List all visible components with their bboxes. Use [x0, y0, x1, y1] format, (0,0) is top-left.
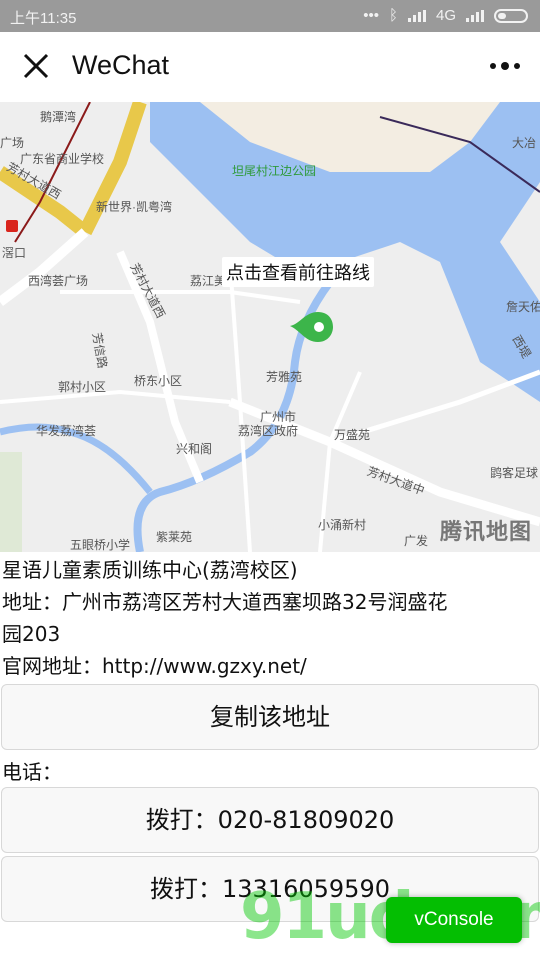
map-label: 詹天佑 — [506, 300, 540, 314]
route-callout[interactable]: 点击查看前往路线 — [222, 257, 374, 287]
network-type: 4G — [435, 7, 456, 24]
map-label: 新世界·凯粤湾 — [96, 200, 172, 214]
map-label: 大冶 — [512, 136, 537, 150]
map-label: 郭村小区 — [58, 380, 107, 394]
bluetooth-icon: ᛒ — [388, 7, 398, 24]
vconsole-button[interactable]: vConsole — [386, 897, 522, 943]
status-bar: 上午11:35 ••• ᛒ 4G — [0, 0, 540, 32]
page-title: WeChat — [72, 50, 170, 80]
map-label: 紫莱苑 — [156, 530, 193, 544]
map-label: 广东省商业学校 — [20, 152, 105, 166]
signal-icon — [407, 9, 426, 22]
map-label: 五眼桥小学 — [70, 538, 131, 552]
map-label: 鹅潭湾 — [40, 110, 77, 124]
map-label: 桥东小区 — [134, 374, 183, 388]
status-time: 上午11:35 — [10, 10, 77, 27]
phone-label: 电话： — [2, 760, 62, 784]
map-label: 荔江美 — [190, 274, 227, 288]
map-label: 荔湾区政府 — [238, 424, 299, 438]
more-menu-icon[interactable] — [490, 62, 520, 70]
map-view[interactable]: 鹅潭湾 广场 广东省商业学校 坦尾村江边公园 芳村大道西 新世界·凯粤湾 滘口 … — [0, 102, 540, 552]
info-section: 星语儿童素质训练中心(荔湾校区) 地址：广州市荔湾区芳村大道西塞坝路32号润盛花… — [0, 554, 540, 682]
map-label: 鹍客足球 — [490, 466, 539, 480]
map-label: 广发 — [404, 534, 429, 548]
map-label: 华发荔湾荟 — [36, 424, 97, 438]
status-icons: ••• ᛒ 4G — [363, 7, 528, 24]
more-dots-icon: ••• — [363, 7, 379, 24]
nav-bar: WeChat — [0, 32, 540, 102]
map-label-metro: 滘口 — [2, 246, 27, 260]
map-label: 芳雅苑 — [266, 370, 303, 384]
map-label: 广场 — [0, 136, 25, 150]
map-logo: 腾讯地图 — [439, 520, 532, 545]
address-line: 地址：广州市荔湾区芳村大道西塞坝路32号润盛花 — [2, 590, 448, 614]
battery-icon — [494, 8, 528, 23]
call-button-landline[interactable]: 拨打：020-81809020 — [1, 787, 539, 853]
map-label: 小涌新村 — [318, 518, 367, 532]
address-line-2: 园203 — [2, 622, 61, 646]
website-text: 官网地址：http://www.gzxy.net/ — [2, 654, 307, 678]
map-label: 万盛苑 — [334, 428, 371, 442]
map-label: 西湾荟广场 — [28, 274, 89, 288]
close-icon[interactable] — [20, 50, 52, 82]
signal-icon-2 — [466, 9, 484, 22]
place-name: 星语儿童素质训练中心(荔湾校区) — [2, 558, 298, 582]
copy-address-button[interactable]: 复制该地址 — [1, 684, 539, 750]
map-label-park: 坦尾村江边公园 — [232, 164, 317, 178]
map-label: 兴和阁 — [176, 442, 213, 456]
